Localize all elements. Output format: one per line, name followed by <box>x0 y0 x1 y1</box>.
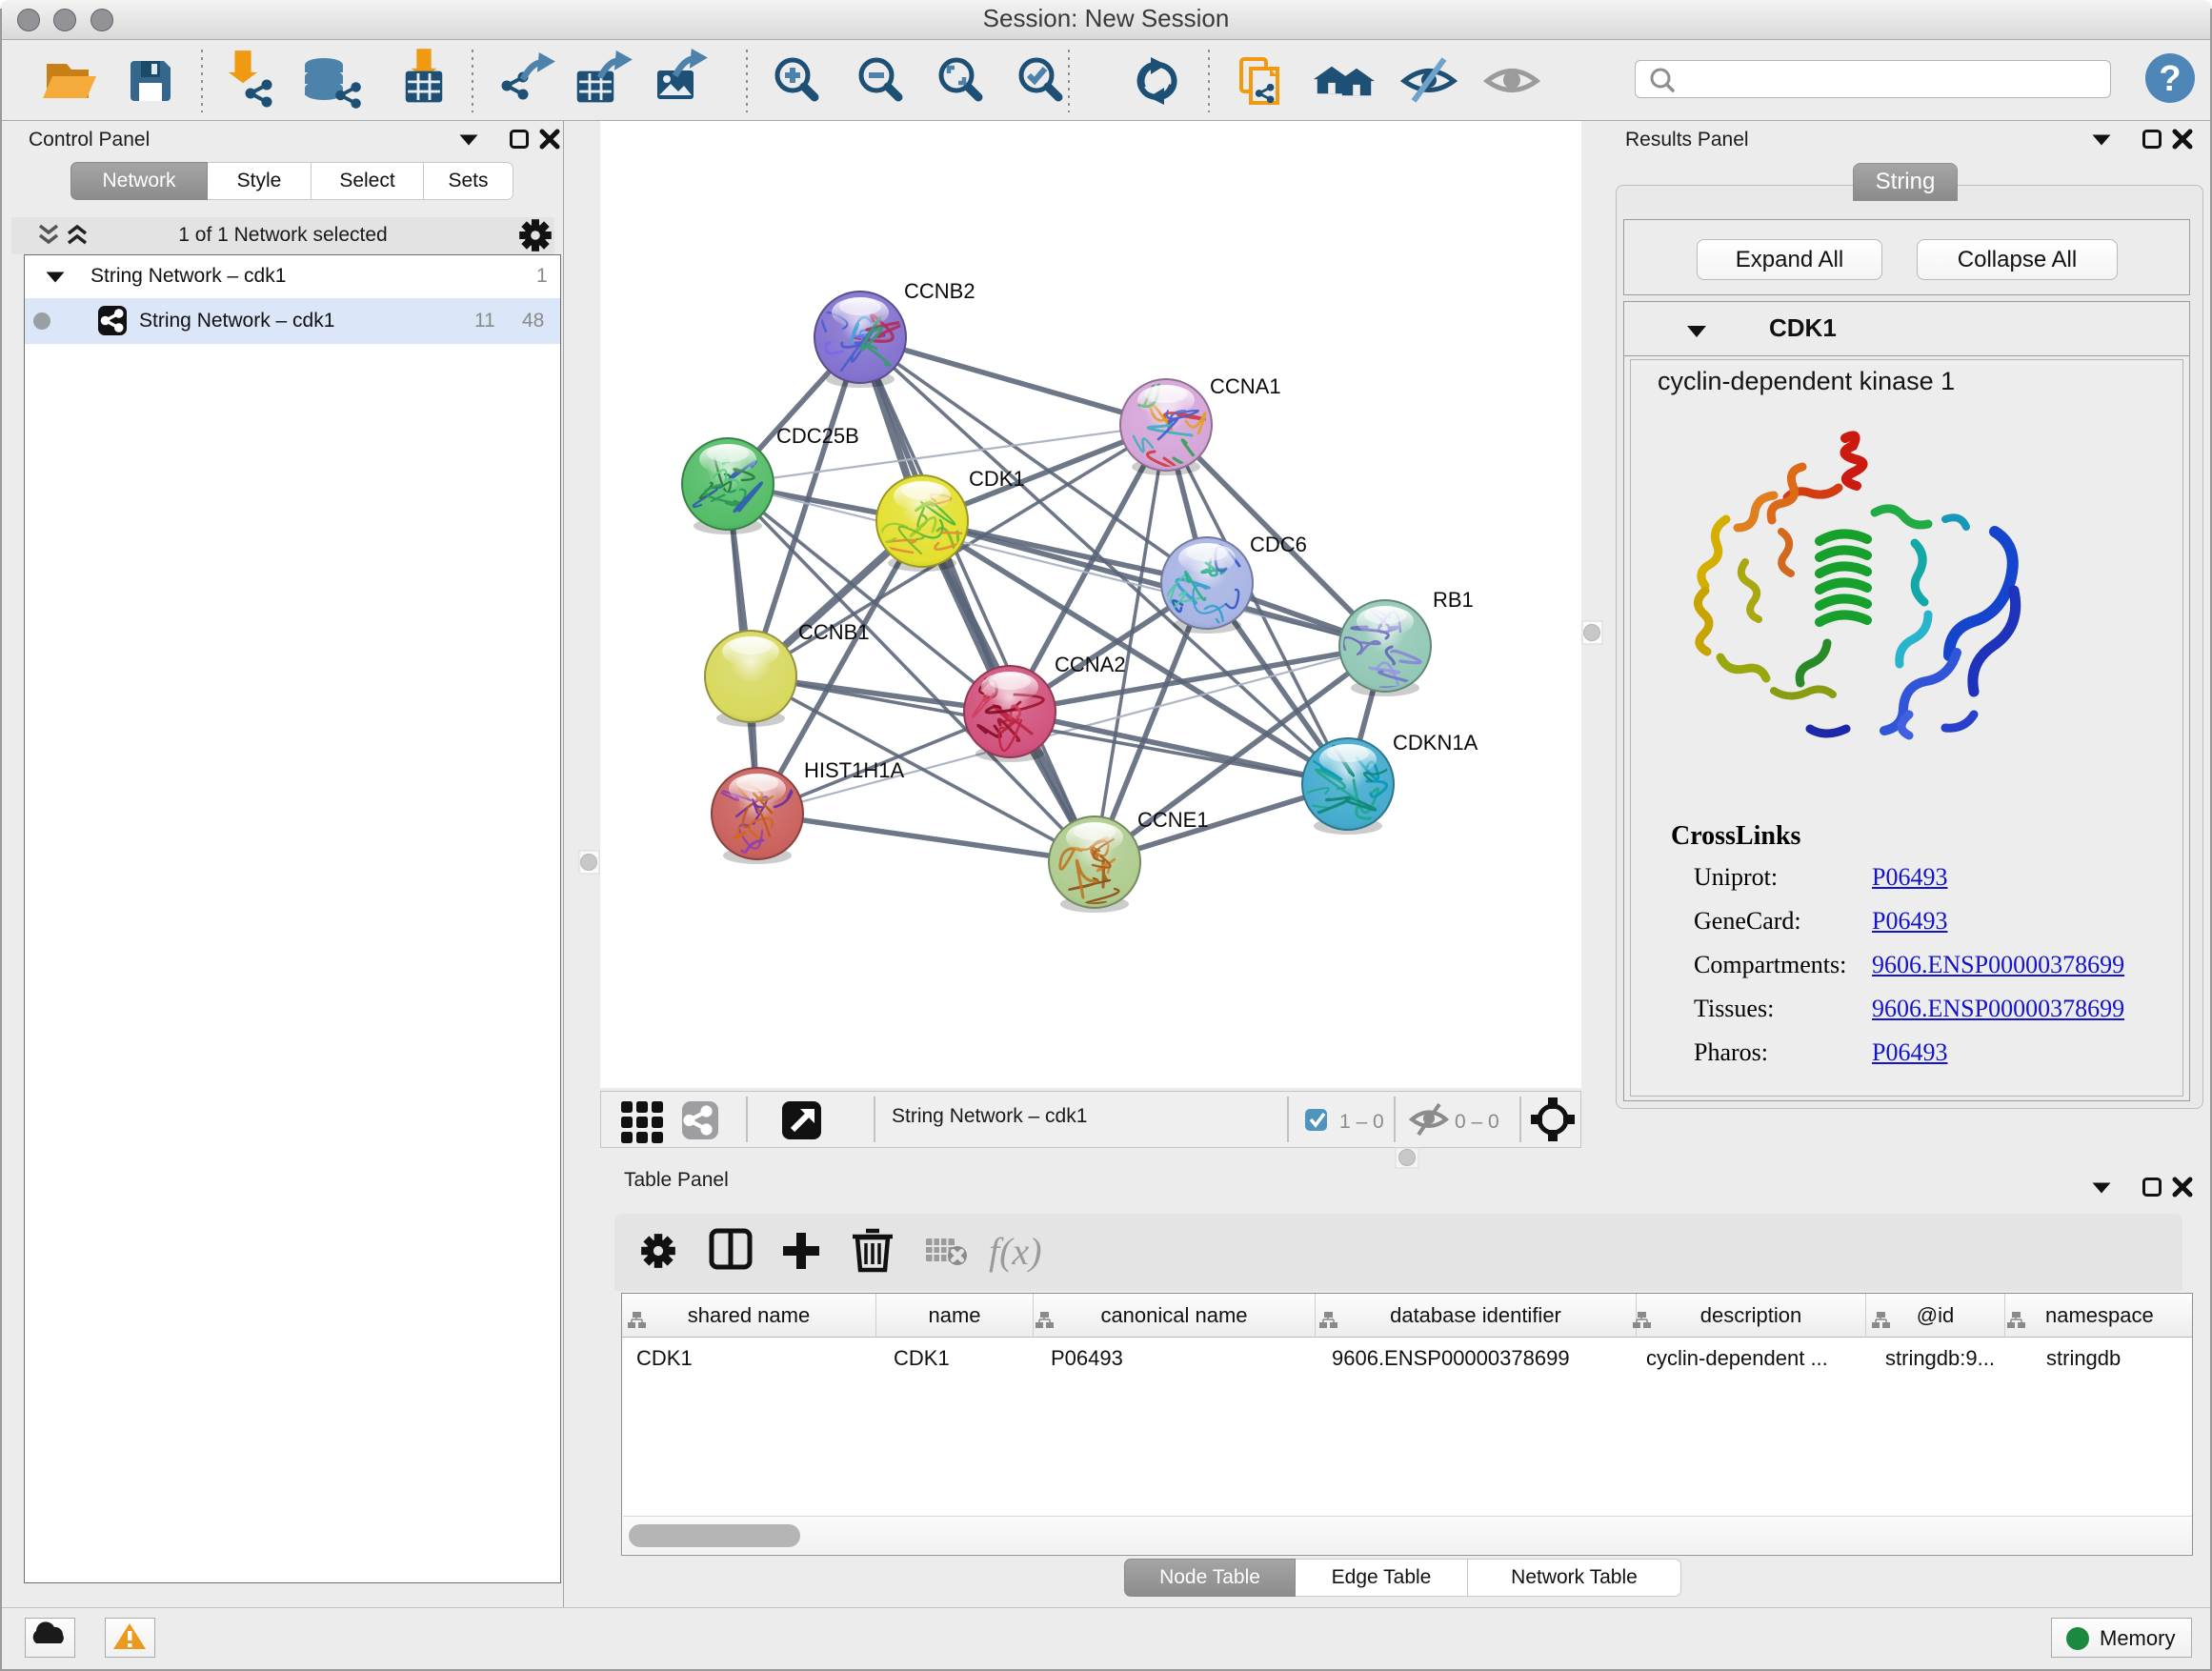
svg-text:CDC25B: CDC25B <box>776 424 859 448</box>
svg-text:RB1: RB1 <box>1433 588 1474 612</box>
svg-text:CCNB2: CCNB2 <box>904 279 975 303</box>
svg-text:HIST1H1A: HIST1H1A <box>804 758 904 782</box>
svg-text:CCNA1: CCNA1 <box>1210 374 1281 398</box>
svg-text:?: ? <box>2159 59 2181 99</box>
svg-text:CCNE1: CCNE1 <box>1137 808 1209 832</box>
svg-text:CDC6: CDC6 <box>1250 533 1307 556</box>
svg-text:CCNB1: CCNB1 <box>798 620 870 644</box>
svg-text:CDK1: CDK1 <box>969 467 1025 491</box>
svg-text:CDKN1A: CDKN1A <box>1393 731 1478 755</box>
svg-text:CCNA2: CCNA2 <box>1055 653 1126 676</box>
